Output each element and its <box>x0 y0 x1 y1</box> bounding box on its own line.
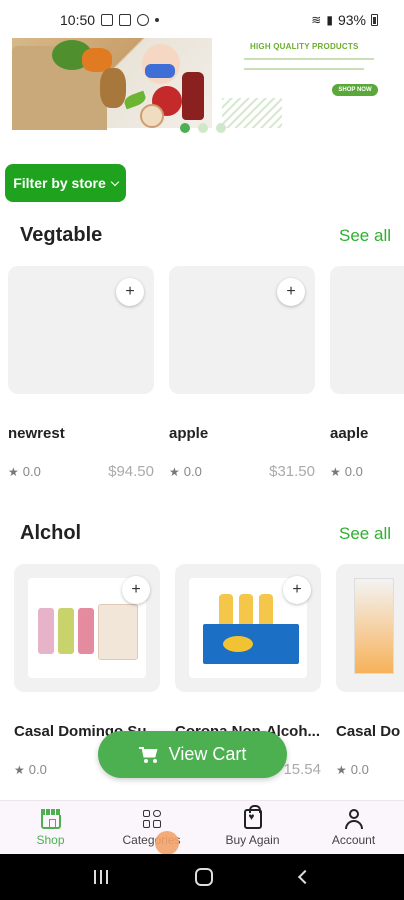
carousel-dot[interactable] <box>216 123 226 133</box>
nav-item-categories[interactable]: Categories <box>101 801 202 855</box>
signal-icon: ▮ <box>326 13 333 27</box>
system-navigation-bar <box>0 854 404 900</box>
account-icon <box>344 808 364 829</box>
plus-icon: + <box>292 581 302 598</box>
product-rating: 0.0 <box>28 762 47 777</box>
add-to-cart-button[interactable]: + <box>116 278 144 306</box>
star-icon: ★ <box>14 762 25 777</box>
star-icon: ★ <box>8 464 19 479</box>
chevron-down-icon <box>110 177 120 186</box>
product-image: + <box>175 564 321 692</box>
add-to-cart-button[interactable]: + <box>122 576 150 604</box>
banner-decoration <box>222 98 282 128</box>
cart-icon <box>138 746 159 763</box>
product-name: Casal Do <box>336 723 401 740</box>
battery-level: 93% <box>337 12 366 28</box>
promo-banner[interactable]: HIGH QUALITY PRODUCTS SHOP NOW <box>12 38 392 130</box>
cart-bubble-icon <box>155 831 179 855</box>
wifi-icon: ≋ <box>311 13 322 27</box>
nav-item-shop[interactable]: Shop <box>0 801 101 854</box>
see-all-link[interactable]: See all <box>339 226 391 246</box>
carousel-dot[interactable] <box>180 123 190 133</box>
status-time: 10:50 <box>60 12 96 28</box>
recent-apps-icon[interactable] <box>93 870 108 884</box>
battery-icon <box>371 14 378 26</box>
nav-label: Shop <box>36 832 65 847</box>
star-icon: ★ <box>330 464 341 479</box>
product-card[interactable]: + apple ★ 0.0 $31.50 <box>169 266 315 480</box>
section-title: Alchol <box>20 522 82 544</box>
add-to-cart-button[interactable]: + <box>283 576 311 604</box>
carousel-dots <box>180 123 226 133</box>
nav-label: Buy Again <box>225 832 280 847</box>
section-title: Vegtable <box>20 224 103 246</box>
filter-label: Filter by store <box>13 175 106 191</box>
banner-text-line <box>244 68 364 70</box>
product-name: apple <box>169 425 209 442</box>
shop-now-button[interactable]: SHOP NOW <box>332 84 378 96</box>
view-cart-label: View Cart <box>168 744 247 764</box>
sync-icon <box>137 14 150 26</box>
back-icon[interactable] <box>298 869 313 885</box>
product-card[interactable]: + Casal Domingo Su ★ 0.0 <box>14 564 160 777</box>
status-bar: 10:50 ≋ ▮ 93% <box>0 0 404 40</box>
product-price: $31.50 <box>269 463 315 480</box>
product-name: aaple <box>330 425 369 442</box>
plus-icon: + <box>125 283 135 300</box>
nav-label: Account <box>331 832 376 847</box>
product-rating: 0.0 <box>183 464 202 479</box>
star-icon: ★ <box>169 464 180 479</box>
product-image: + <box>8 266 154 394</box>
plus-icon: + <box>131 581 141 598</box>
product-image: + <box>14 564 160 692</box>
product-rating: 0.0 <box>344 464 363 479</box>
carousel-dot[interactable] <box>198 123 208 133</box>
product-price: $94.50 <box>108 463 154 480</box>
product-image <box>330 266 404 394</box>
add-to-cart-button[interactable]: + <box>277 278 305 306</box>
gallery-icon <box>101 14 114 26</box>
buy-again-icon <box>243 804 262 829</box>
filter-by-store-button[interactable]: Filter by store <box>5 164 126 202</box>
shop-icon <box>40 808 61 829</box>
bottom-navigation: Shop Categories Buy Again Account <box>0 800 404 855</box>
nav-item-account[interactable]: Account <box>303 801 404 854</box>
see-all-link[interactable]: See all <box>339 524 391 544</box>
categories-icon <box>142 809 162 829</box>
home-icon[interactable] <box>194 868 213 886</box>
product-card[interactable]: Casal Do ★ 0.0 <box>336 564 404 794</box>
product-name: newrest <box>8 425 65 442</box>
view-cart-button[interactable]: View Cart <box>98 731 287 778</box>
plus-icon: + <box>286 283 296 300</box>
banner-image <box>12 38 212 130</box>
product-image: + <box>169 266 315 394</box>
video-icon <box>119 14 132 26</box>
product-card[interactable]: + Corona Non-Alcoh... 15.54 <box>175 564 321 778</box>
product-rating: 0.0 <box>22 464 41 479</box>
product-card[interactable]: + newrest ★ 0.0 $94.50 <box>8 266 154 480</box>
product-rating: 0.0 <box>350 762 369 777</box>
product-price: 15.54 <box>283 761 321 778</box>
product-card[interactable]: aaple ★ 0.0 <box>330 266 404 496</box>
banner-title: HIGH QUALITY PRODUCTS <box>250 42 359 51</box>
notification-dot-icon <box>155 18 160 22</box>
star-icon: ★ <box>336 762 347 777</box>
product-image <box>336 564 404 692</box>
nav-item-buy-again[interactable]: Buy Again <box>202 801 303 854</box>
banner-text-line <box>244 58 374 60</box>
